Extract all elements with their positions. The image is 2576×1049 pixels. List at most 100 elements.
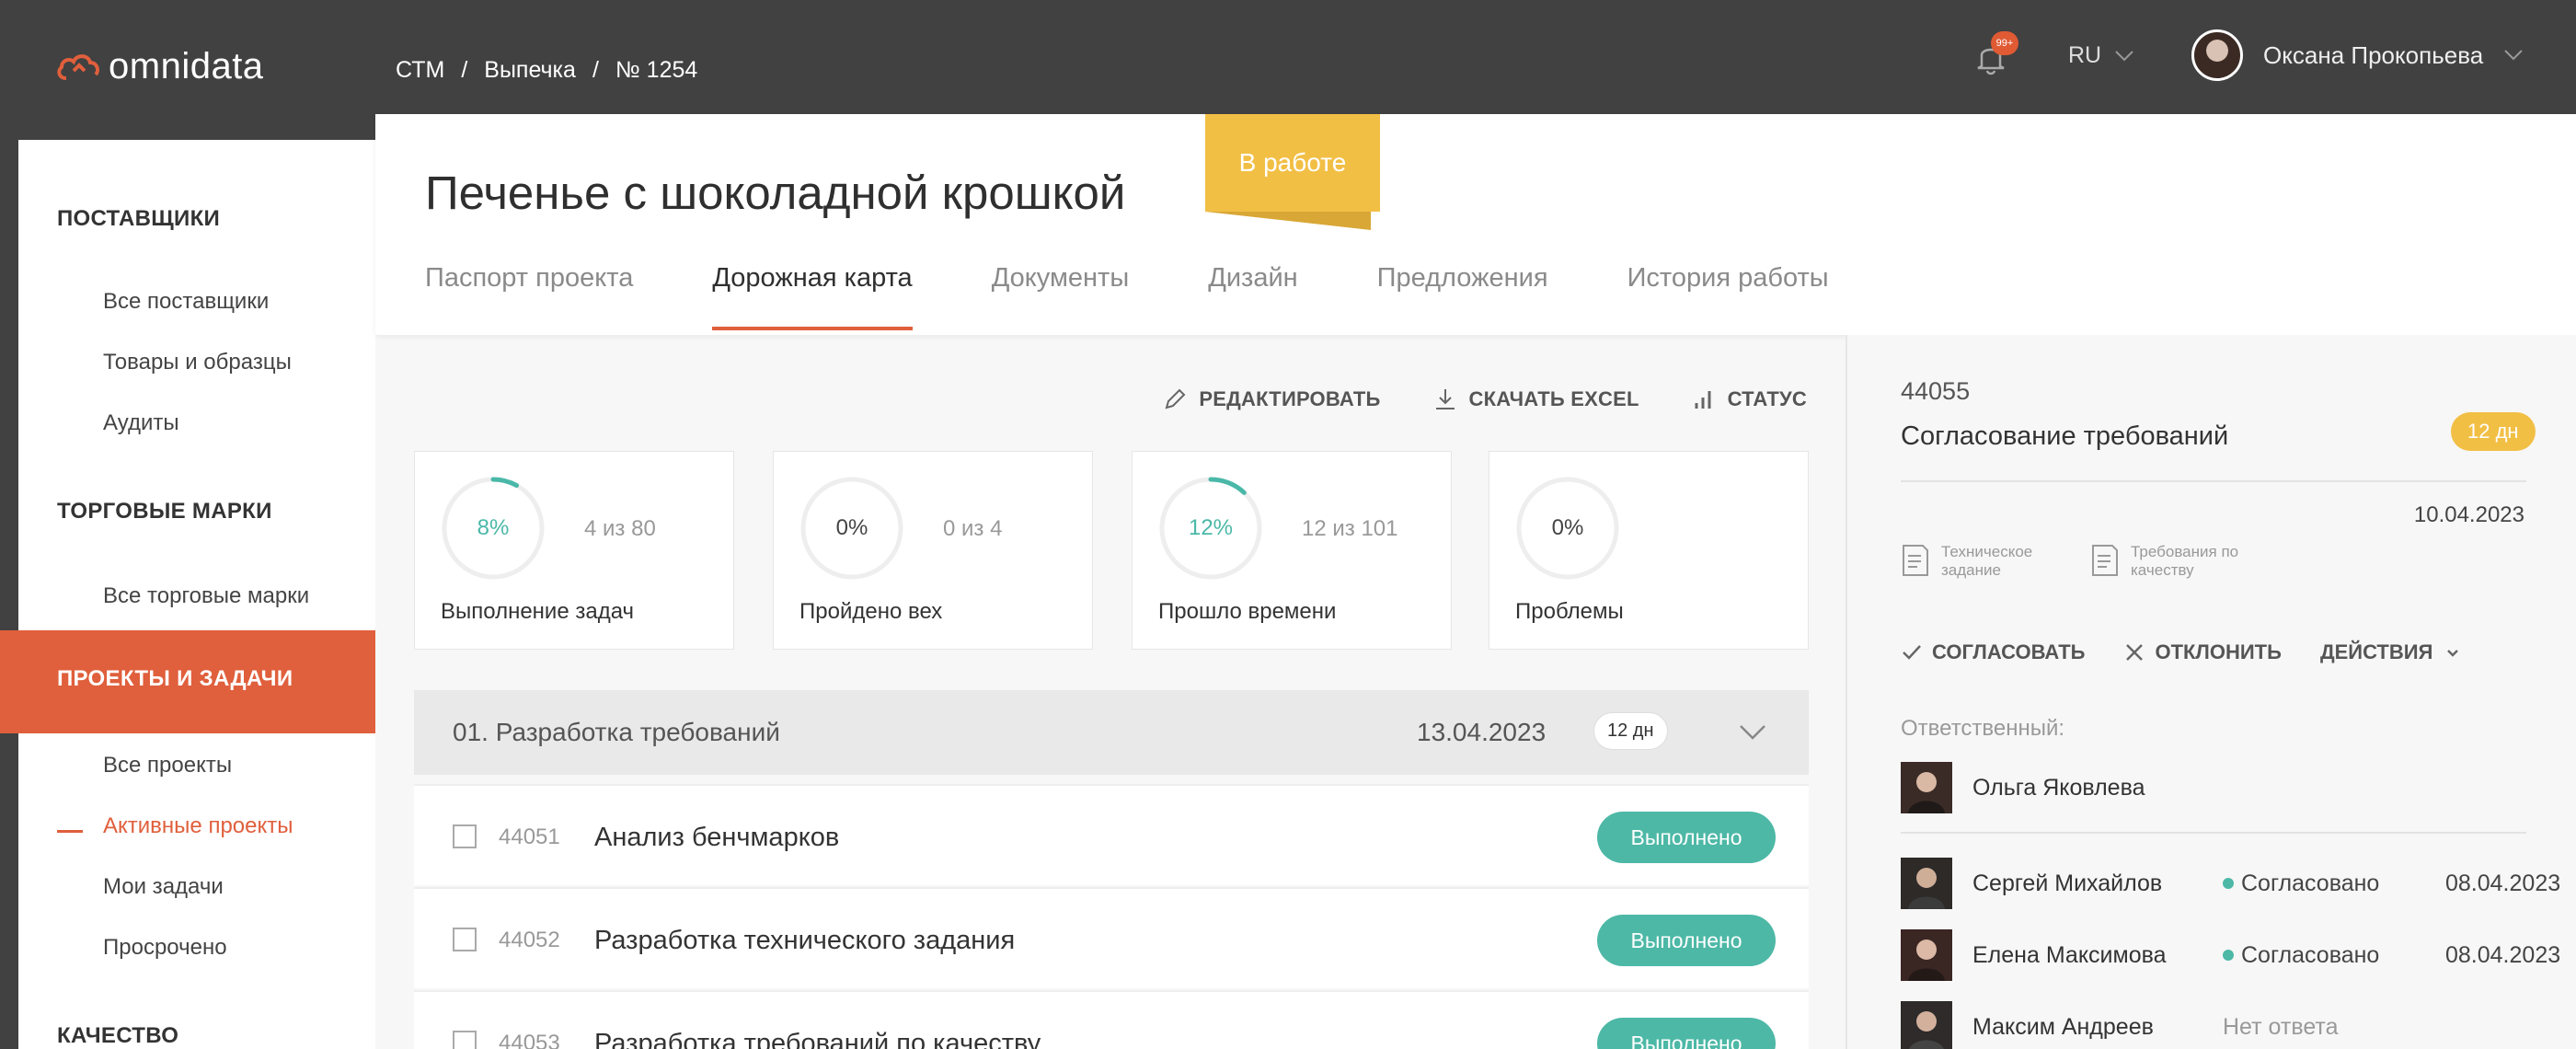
sidebar-section-projects[interactable]: ПРОЕКТЫ И ЗАДАЧИ xyxy=(57,666,293,692)
sidebar-section-brands[interactable]: ТОРГОВЫЕ МАРКИ xyxy=(57,499,272,524)
chevron-down-icon[interactable] xyxy=(1737,716,1768,747)
check-icon xyxy=(1903,645,1921,660)
tab-passport[interactable]: Паспорт проекта xyxy=(425,263,633,330)
task-name[interactable]: Разработка требований по качеству xyxy=(594,1029,1041,1049)
progress-count: 4 из 80 xyxy=(584,516,656,541)
person-name: Сергей Михайлов xyxy=(1972,870,2163,896)
tab-roadmap[interactable]: Дорожная карта xyxy=(712,263,914,330)
sidebar-item-active-projects[interactable]: Активные проекты xyxy=(103,813,293,839)
sidebar-item-all-suppliers[interactable]: Все поставщики xyxy=(103,289,269,315)
task-status-button[interactable]: Выполнено xyxy=(1597,1018,1776,1049)
pencil-icon xyxy=(1165,388,1186,409)
document-icon xyxy=(1903,545,1928,576)
tab-documents[interactable]: Документы xyxy=(992,263,1130,330)
avatar xyxy=(1901,1001,1952,1049)
divider xyxy=(1901,832,2526,834)
stat-label: Выполнение задач xyxy=(441,599,635,624)
edit-label: РЕДАКТИРОВАТЬ xyxy=(1199,387,1381,410)
stat-card-tasks: 8% 4 из 80 Выполнение задач xyxy=(414,451,734,650)
task-id: 44051 xyxy=(499,824,560,849)
approval-status-text: Согласовано xyxy=(2241,941,2380,968)
sidebar-item-all-projects[interactable]: Все проекты xyxy=(103,753,232,778)
breadcrumb-item: № 1254 xyxy=(615,57,698,83)
task-checkbox[interactable] xyxy=(453,824,477,848)
toolbar: РЕДАКТИРОВАТЬ СКАЧАТЬ EXCEL СТАТУС xyxy=(375,386,1807,412)
task-checkbox[interactable] xyxy=(453,928,477,951)
approval-status: Нет ответа xyxy=(2223,1014,2425,1041)
task-row[interactable]: 44051 Анализ бенчмарков Выполнено xyxy=(414,784,1809,885)
sidebar-item-overdue[interactable]: Просрочено xyxy=(103,935,227,961)
sidebar-item-audits[interactable]: Аудиты xyxy=(103,410,179,436)
document-name: Требования по качеству xyxy=(2131,543,2239,579)
person-name: Максим Андреев xyxy=(1972,1013,2154,1040)
task-id: 44052 xyxy=(499,928,560,952)
approval-status: Согласовано xyxy=(2223,870,2425,897)
language-select[interactable]: RU xyxy=(2068,42,2134,69)
stat-card-milestones: 0% 0 из 4 Пройдено вех xyxy=(773,451,1093,650)
stat-card-problems: 0% Проблемы xyxy=(1489,451,1809,650)
download-icon xyxy=(1435,389,1455,409)
edit-button[interactable]: РЕДАКТИРОВАТЬ xyxy=(1162,386,1380,412)
active-indicator xyxy=(57,830,83,833)
user-menu[interactable]: Оксана Прокопьева xyxy=(2191,29,2524,81)
task-name[interactable]: Анализ бенчмарков xyxy=(594,823,839,853)
download-excel-label: СКАЧАТЬ EXCEL xyxy=(1468,387,1639,410)
person-name: Ольга Яковлева xyxy=(1972,774,2145,801)
breadcrumb-item[interactable]: Выпечка xyxy=(484,57,576,84)
progress-percent: 8% xyxy=(477,515,510,540)
document-link[interactable]: Требования по качеству xyxy=(2090,543,2250,580)
notifications-button[interactable]: 99+ xyxy=(1971,31,2018,77)
status-dot-icon xyxy=(2223,950,2234,961)
status-dot-icon xyxy=(2223,878,2234,889)
tab-design[interactable]: Дизайн xyxy=(1208,263,1297,330)
avatar xyxy=(1901,929,1952,981)
document-link[interactable]: Техническое задание xyxy=(1901,543,2061,580)
reject-button[interactable]: ОТКЛОНИТЬ xyxy=(2123,640,2282,664)
stage-title: 01. Разработка требований xyxy=(453,718,780,746)
task-title: Согласование требований xyxy=(1901,421,2229,451)
status-button[interactable]: СТАТУС xyxy=(1691,386,1807,412)
user-name: Оксана Прокопьева xyxy=(2263,40,2484,69)
sidebar-section-suppliers[interactable]: ПОСТАВЩИКИ xyxy=(57,206,220,232)
task-row[interactable]: 44053 Разработка требований по качеству … xyxy=(414,990,1809,1049)
tab-history[interactable]: История работы xyxy=(1627,263,1829,330)
task-status-button[interactable]: Выполнено xyxy=(1597,915,1776,966)
task-row[interactable]: 44052 Разработка технического задания Вы… xyxy=(414,887,1809,988)
stage-row[interactable]: 01. Разработка требований 13.04.2023 12 … xyxy=(414,690,1809,775)
approve-button[interactable]: СОГЛАСОВАТЬ xyxy=(1901,640,2085,664)
task-id: 44053 xyxy=(499,1031,560,1049)
approver-row: Сергей Михайлов Согласовано 08.04.2023 xyxy=(1901,858,2560,909)
task-name[interactable]: Разработка технического задания xyxy=(594,926,1015,956)
approval-status-text: Согласовано xyxy=(2241,870,2380,896)
sidebar: ПОСТАВЩИКИ Все поставщики Товары и образ… xyxy=(0,140,375,1049)
sidebar-item-products[interactable]: Товары и образцы xyxy=(103,350,292,375)
stat-label: Прошло времени xyxy=(1158,599,1337,624)
approve-label: СОГЛАСОВАТЬ xyxy=(1932,640,2086,663)
chevron-down-icon xyxy=(2504,50,2523,61)
brand-name: omnidata xyxy=(109,46,264,86)
responsible-label: Ответственный: xyxy=(1901,716,2065,741)
sidebar-item-all-brands[interactable]: Все торговые марки xyxy=(103,583,309,609)
notifications-badge: 99+ xyxy=(1991,31,2018,55)
task-id: 44055 xyxy=(1901,377,1971,405)
stage-date: 13.04.2023 xyxy=(1417,718,1547,746)
divider xyxy=(1901,480,2526,482)
approver-row: Максим Андреев Нет ответа xyxy=(1901,1001,2445,1049)
download-excel-button[interactable]: СКАЧАТЬ EXCEL xyxy=(1432,386,1639,412)
tab-proposals[interactable]: Предложения xyxy=(1377,263,1548,330)
approval-date: 08.04.2023 xyxy=(2445,870,2561,896)
sidebar-item-my-tasks[interactable]: Мои задачи xyxy=(103,874,224,900)
task-checkbox[interactable] xyxy=(453,1031,477,1049)
approval-status-text: Нет ответа xyxy=(2223,1013,2339,1040)
logo[interactable]: omnidata xyxy=(55,46,264,87)
sidebar-section-quality[interactable]: КАЧЕСТВО xyxy=(57,1023,178,1049)
progress-percent: 0% xyxy=(1551,515,1584,540)
breadcrumb-item[interactable]: СТМ xyxy=(396,57,444,84)
project-tabs: Паспорт проекта Дорожная карта Документы… xyxy=(425,263,1908,330)
actions-dropdown[interactable]: ДЕЙСТВИЯ xyxy=(2320,640,2464,664)
document-icon xyxy=(2092,545,2118,576)
bar-chart-icon xyxy=(1695,391,1711,409)
page-title: Печенье с шоколадной крошкой xyxy=(425,167,1126,219)
task-status-button[interactable]: Выполнено xyxy=(1597,812,1776,863)
actions-label: ДЕЙСТВИЯ xyxy=(2319,640,2433,663)
